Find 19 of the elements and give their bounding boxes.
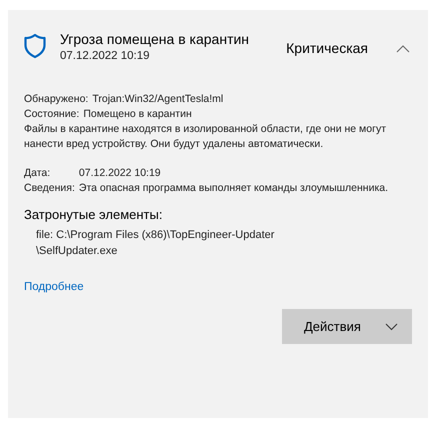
shield-icon <box>24 33 46 59</box>
actions-button[interactable]: Действия <box>282 309 412 344</box>
field-label: Обнаружено: <box>24 92 88 107</box>
description-text: Файлы в карантине находятся в изолированной области, где они не могут нанести вред устройству. Они будут удалены автоматически. <box>24 122 388 152</box>
field-value: Trojan:Win32/AgentTesla!ml <box>92 92 224 107</box>
affected-heading: Затронутые элементы: <box>24 206 164 224</box>
threat-date: 07.12.2022 10:19 <box>60 49 151 64</box>
more-link[interactable]: Подробнее <box>24 281 84 293</box>
field-value: 07.12.2022 10:19 <box>78 166 162 181</box>
field-value: Помещено в карантин <box>83 107 192 122</box>
threat-title: Угроза помещена в карантин <box>60 30 250 48</box>
severity-label: Критическая <box>286 40 368 56</box>
file-path: file: C:\Program Files (x86)\TopEngineer-Updater \SelfUpdater.exe <box>36 228 276 259</box>
field-label: Дата: <box>24 166 52 181</box>
field-label: Сведения: <box>24 181 75 196</box>
caret-icon <box>385 322 398 330</box>
field-value: Эта опасная программа выполняет команды злоумышленника. <box>78 181 390 196</box>
collapse-chevron-icon[interactable] <box>396 44 410 53</box>
field-label: Состояние: <box>24 107 80 122</box>
